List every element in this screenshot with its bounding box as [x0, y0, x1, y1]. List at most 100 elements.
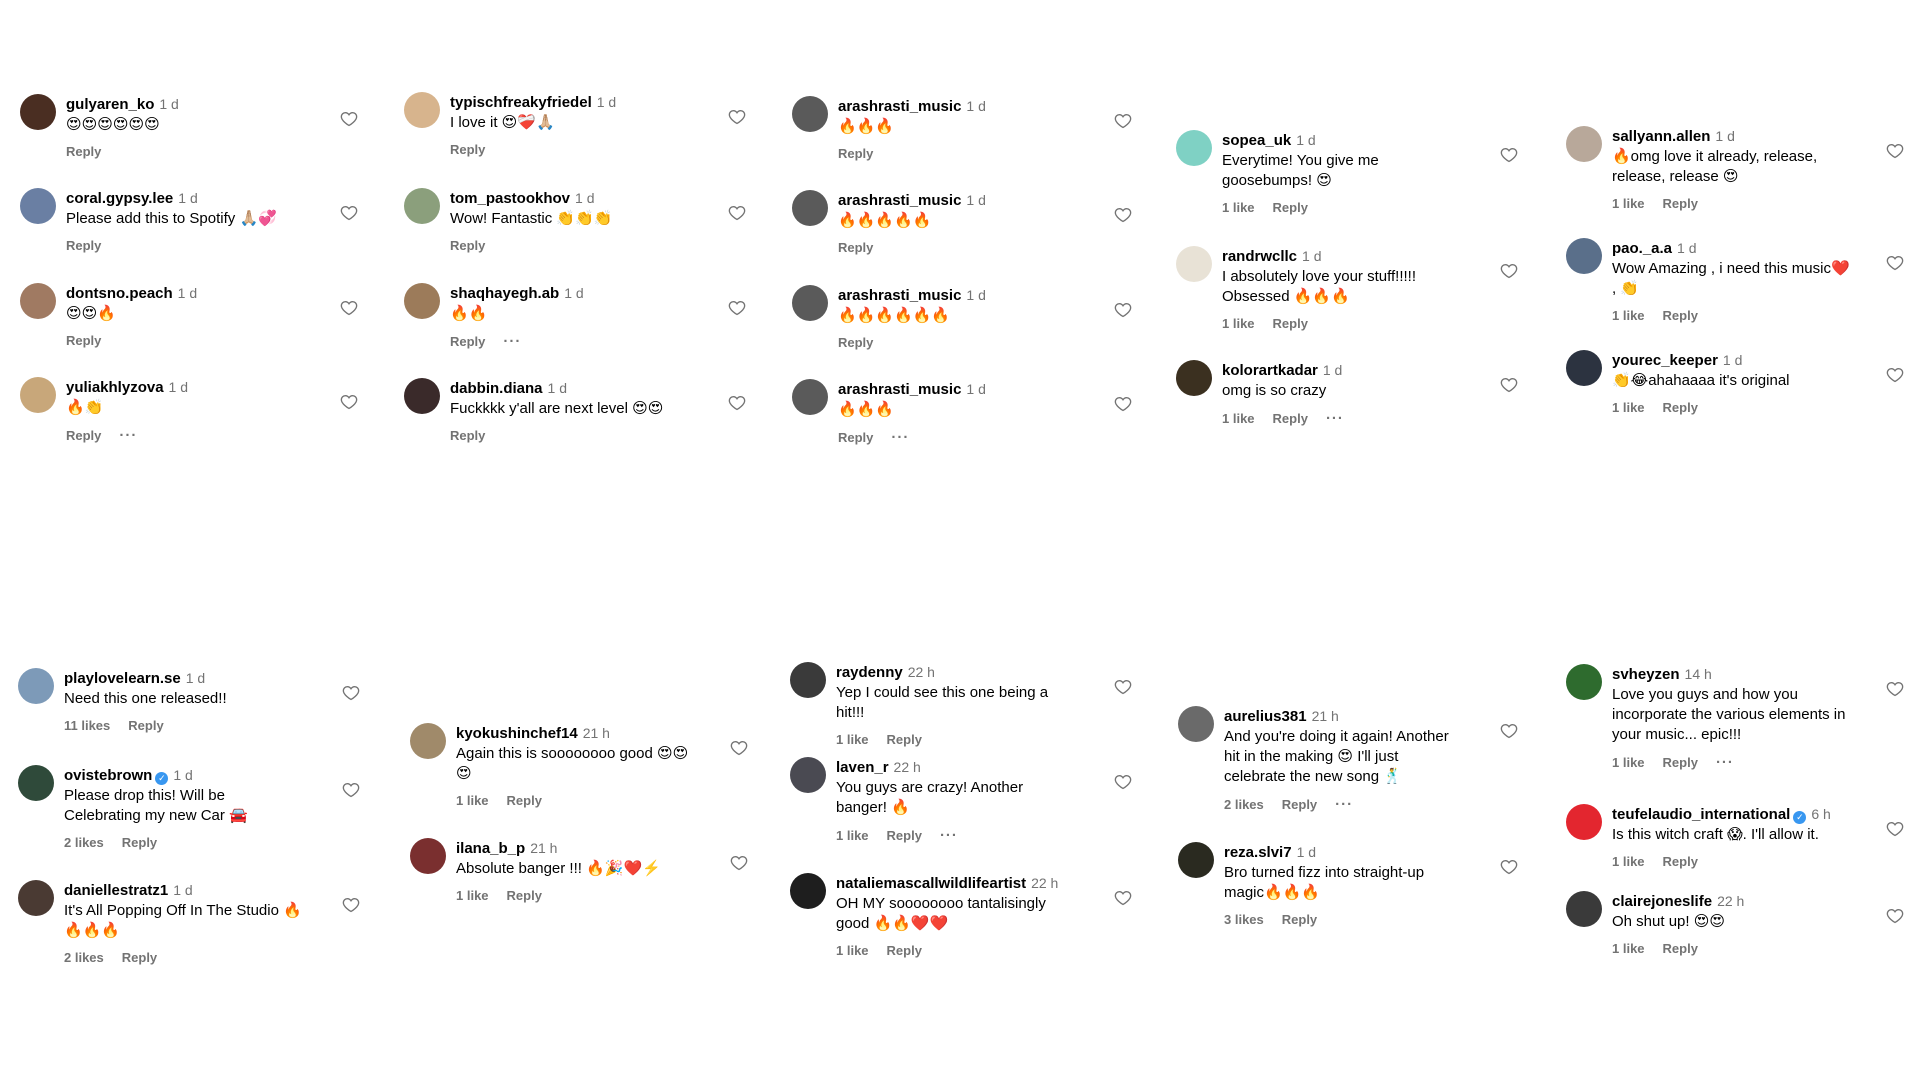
- like-heart-icon[interactable]: [1114, 301, 1132, 319]
- reply-button[interactable]: Reply: [507, 793, 542, 808]
- like-heart-icon[interactable]: [728, 204, 746, 222]
- avatar[interactable]: [1176, 246, 1212, 282]
- like-heart-icon[interactable]: [1114, 773, 1132, 791]
- avatar[interactable]: [790, 757, 826, 793]
- username-link[interactable]: nataliemascallwildlifeartist: [836, 875, 1026, 892]
- reply-button[interactable]: Reply: [1273, 200, 1308, 215]
- like-heart-icon[interactable]: [340, 204, 358, 222]
- reply-button[interactable]: Reply: [66, 428, 101, 443]
- avatar[interactable]: [410, 838, 446, 874]
- avatar[interactable]: [790, 873, 826, 909]
- reply-button[interactable]: Reply: [1663, 854, 1698, 869]
- like-count[interactable]: 11 likes: [64, 718, 110, 733]
- username-link[interactable]: coral.gypsy.lee: [66, 190, 173, 207]
- reply-button[interactable]: Reply: [887, 943, 922, 958]
- reply-button[interactable]: Reply: [450, 238, 485, 253]
- like-count[interactable]: 1 like: [456, 793, 489, 808]
- like-heart-icon[interactable]: [728, 108, 746, 126]
- like-heart-icon[interactable]: [730, 854, 748, 872]
- username-link[interactable]: clairejoneslife: [1612, 893, 1712, 910]
- avatar[interactable]: [792, 379, 828, 415]
- avatar[interactable]: [792, 190, 828, 226]
- avatar[interactable]: [1566, 664, 1602, 700]
- reply-button[interactable]: Reply: [450, 428, 485, 443]
- avatar[interactable]: [404, 188, 440, 224]
- avatar[interactable]: [404, 283, 440, 319]
- like-count[interactable]: 2 likes: [64, 950, 104, 965]
- like-count[interactable]: 1 like: [1612, 196, 1645, 211]
- reply-button[interactable]: Reply: [450, 142, 485, 157]
- like-heart-icon[interactable]: [1114, 678, 1132, 696]
- username-link[interactable]: shaqhayegh.ab: [450, 285, 559, 302]
- like-count[interactable]: 1 like: [1612, 308, 1645, 323]
- reply-button[interactable]: Reply: [838, 146, 873, 161]
- avatar[interactable]: [20, 94, 56, 130]
- username-link[interactable]: kyokushinchef14: [456, 725, 578, 742]
- like-count[interactable]: 3 likes: [1224, 912, 1264, 927]
- more-options-icon[interactable]: ···: [119, 427, 137, 444]
- username-link[interactable]: sallyann.allen: [1612, 128, 1710, 145]
- username-link[interactable]: dabbin.diana: [450, 380, 543, 397]
- username-link[interactable]: ilana_b_p: [456, 840, 525, 857]
- reply-button[interactable]: Reply: [887, 828, 922, 843]
- like-heart-icon[interactable]: [1500, 722, 1518, 740]
- avatar[interactable]: [20, 377, 56, 413]
- like-heart-icon[interactable]: [1500, 376, 1518, 394]
- more-options-icon[interactable]: ···: [891, 429, 909, 446]
- like-heart-icon[interactable]: [1886, 142, 1904, 160]
- avatar[interactable]: [1566, 891, 1602, 927]
- username-link[interactable]: tom_pastookhov: [450, 190, 570, 207]
- avatar[interactable]: [1566, 804, 1602, 840]
- like-count[interactable]: 2 likes: [1224, 797, 1264, 812]
- reply-button[interactable]: Reply: [1282, 797, 1317, 812]
- username-link[interactable]: randrwcllc: [1222, 248, 1297, 265]
- username-link[interactable]: yuliakhlyzova: [66, 379, 164, 396]
- like-count[interactable]: 1 like: [1612, 941, 1645, 956]
- reply-button[interactable]: Reply: [122, 835, 157, 850]
- username-link[interactable]: daniellestratz1: [64, 882, 168, 899]
- reply-button[interactable]: Reply: [450, 334, 485, 349]
- avatar[interactable]: [1566, 126, 1602, 162]
- username-link[interactable]: ovistebrown: [64, 767, 152, 784]
- more-options-icon[interactable]: ···: [1716, 754, 1734, 771]
- reply-button[interactable]: Reply: [1663, 941, 1698, 956]
- like-heart-icon[interactable]: [342, 781, 360, 799]
- avatar[interactable]: [1176, 360, 1212, 396]
- avatar[interactable]: [1178, 706, 1214, 742]
- reply-button[interactable]: Reply: [838, 335, 873, 350]
- username-link[interactable]: arashrasti_music: [838, 287, 961, 304]
- username-link[interactable]: playlovelearn.se: [64, 670, 181, 687]
- username-link[interactable]: typischfreakyfriedel: [450, 94, 592, 111]
- like-count[interactable]: 1 like: [836, 828, 869, 843]
- reply-button[interactable]: Reply: [1273, 411, 1308, 426]
- username-link[interactable]: kolorartkadar: [1222, 362, 1318, 379]
- username-link[interactable]: raydenny: [836, 664, 903, 681]
- like-heart-icon[interactable]: [728, 299, 746, 317]
- more-options-icon[interactable]: ···: [503, 333, 521, 350]
- like-heart-icon[interactable]: [1114, 112, 1132, 130]
- reply-button[interactable]: Reply: [838, 240, 873, 255]
- like-heart-icon[interactable]: [1886, 820, 1904, 838]
- like-count[interactable]: 1 like: [836, 943, 869, 958]
- avatar[interactable]: [792, 96, 828, 132]
- avatar[interactable]: [790, 662, 826, 698]
- like-count[interactable]: 1 like: [1222, 200, 1255, 215]
- avatar[interactable]: [20, 283, 56, 319]
- like-count[interactable]: 1 like: [1222, 411, 1255, 426]
- reply-button[interactable]: Reply: [128, 718, 163, 733]
- reply-button[interactable]: Reply: [66, 333, 101, 348]
- like-heart-icon[interactable]: [340, 110, 358, 128]
- avatar[interactable]: [1178, 842, 1214, 878]
- reply-button[interactable]: Reply: [838, 430, 873, 445]
- avatar[interactable]: [1566, 350, 1602, 386]
- avatar[interactable]: [18, 880, 54, 916]
- username-link[interactable]: yourec_keeper: [1612, 352, 1718, 369]
- reply-button[interactable]: Reply: [1273, 316, 1308, 331]
- like-heart-icon[interactable]: [1500, 262, 1518, 280]
- more-options-icon[interactable]: ···: [1326, 410, 1344, 427]
- avatar[interactable]: [792, 285, 828, 321]
- like-heart-icon[interactable]: [1886, 907, 1904, 925]
- username-link[interactable]: gulyaren_ko: [66, 96, 154, 113]
- username-link[interactable]: teufelaudio_international: [1612, 806, 1790, 823]
- username-link[interactable]: svheyzen: [1612, 666, 1680, 683]
